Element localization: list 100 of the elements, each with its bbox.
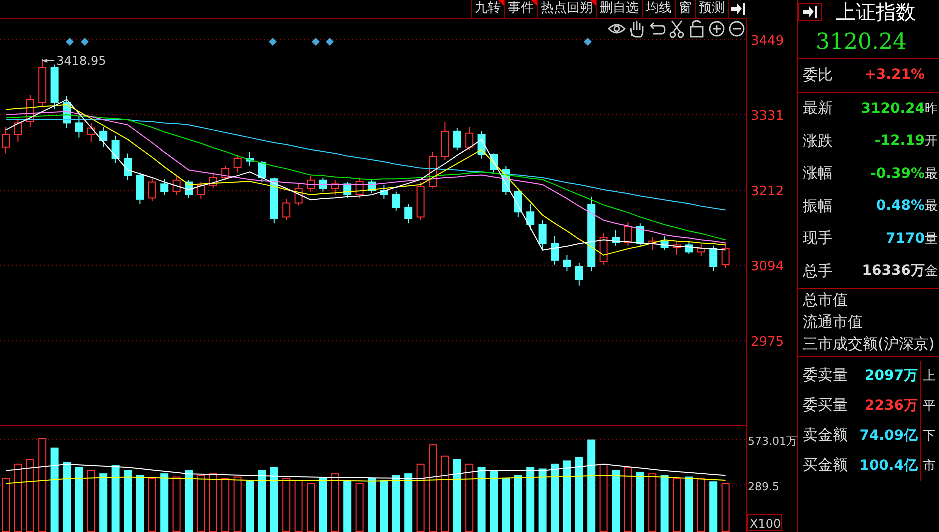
stat-label: 涨幅: [802, 164, 834, 184]
collapse-arrow-icon: [731, 3, 745, 15]
volume-bar: [514, 475, 522, 532]
candle: [660, 236, 669, 251]
stat-label: 最新: [802, 99, 834, 118]
zoom-in-icon[interactable]: [709, 21, 725, 37]
toolbar-button[interactable]: 热点回朔: [537, 0, 596, 18]
volume-axis-label: 289.5: [748, 480, 780, 494]
candle: [563, 254, 572, 272]
stat-label: 市: [922, 458, 935, 474]
candle: [100, 126, 108, 148]
stat-value: 16336万: [861, 262, 925, 280]
volume-bar: [100, 474, 108, 532]
candle: [14, 118, 22, 143]
candle: [648, 237, 657, 251]
toolbar-button[interactable]: 事件: [504, 0, 537, 18]
event-marker-icon[interactable]: [269, 38, 277, 46]
market-label: 总市值: [803, 290, 849, 310]
candle: [234, 154, 242, 174]
volume-bar: [185, 470, 193, 532]
peak-price-label: 3418.95: [56, 54, 106, 68]
index-title: 上证指数: [836, 0, 916, 26]
volume-bar: [660, 475, 669, 532]
candle: [148, 177, 156, 202]
stat-label: 金: [925, 263, 938, 280]
candle: [392, 191, 400, 212]
toolbar-button[interactable]: 删自选: [596, 0, 642, 18]
hand-icon[interactable]: [630, 20, 644, 38]
undo-icon[interactable]: [650, 22, 666, 35]
volume-bar: [344, 480, 352, 532]
candle: [246, 152, 254, 167]
candle: [356, 177, 364, 199]
stat-label: 卖金额: [802, 426, 849, 445]
stat-value: -12.19: [874, 133, 925, 150]
volume-bar: [112, 466, 120, 532]
event-marker-icon[interactable]: [326, 38, 334, 46]
candle: [63, 96, 71, 129]
candle: [50, 64, 59, 110]
event-marker-icon[interactable]: [312, 38, 320, 46]
candle: [538, 220, 547, 250]
collapse-button[interactable]: [728, 0, 747, 18]
stat-value: +3.21%: [864, 67, 925, 84]
candle: [258, 160, 266, 183]
candle: [294, 184, 303, 206]
stat-value: -0.39%: [870, 166, 925, 182]
volume-bar: [270, 467, 278, 532]
candle: [575, 262, 584, 286]
stat-label: 振幅: [802, 196, 834, 216]
stat-label: 开: [925, 133, 938, 150]
stat-label: 量: [925, 230, 938, 248]
candle: [697, 243, 706, 258]
toolbar-button[interactable]: 九转: [471, 0, 504, 18]
candle: [209, 174, 218, 190]
stat-label: 上: [922, 368, 935, 384]
stat-label: 最: [925, 198, 938, 216]
stat-value: 74.09亿: [850, 420, 921, 450]
candle: [404, 204, 413, 224]
scissors-icon[interactable]: [670, 20, 684, 38]
volume-bar: [392, 475, 400, 532]
lock-icon[interactable]: [690, 20, 704, 38]
volume-axis-label: 573.01万: [748, 434, 797, 448]
candle: [441, 121, 450, 161]
candle: [222, 166, 230, 181]
price-axis-label: 3212: [751, 184, 784, 200]
candle: [172, 175, 181, 196]
volume-bar: [490, 470, 498, 532]
candle: [160, 178, 169, 196]
candle: [75, 115, 84, 138]
volume-scale-badge: X100: [748, 514, 782, 532]
market-label: 流通市值: [803, 312, 864, 332]
stat-label: 昨: [925, 100, 938, 118]
candle: [26, 94, 34, 128]
candle: [197, 182, 206, 200]
candle: [673, 242, 681, 256]
event-marker-icon[interactable]: [584, 38, 592, 46]
stat-label: 总手: [802, 262, 834, 281]
volume-bar: [563, 460, 572, 532]
volume-bar: [380, 480, 388, 532]
candle: [136, 172, 144, 206]
stat-value: 0.48%: [875, 198, 925, 214]
candle: [344, 182, 352, 199]
candle: [112, 135, 120, 164]
price-axis-label: 3449: [751, 34, 784, 49]
candle: [551, 236, 559, 266]
volume-bar: [160, 474, 169, 532]
event-marker-icon[interactable]: [66, 38, 74, 46]
stat-label: 委比: [802, 66, 834, 85]
candle: [185, 180, 193, 199]
price-axis-label: 3331: [751, 108, 784, 124]
price-axis-label: 3094: [751, 260, 784, 275]
candle: [636, 223, 644, 246]
stat-value: 3120.24: [860, 100, 925, 117]
volume-bar: [258, 470, 266, 532]
candle: [124, 153, 132, 181]
market-label: 三市成交额(沪深京): [803, 334, 936, 354]
eye-icon[interactable]: [608, 24, 626, 34]
zoom-out-icon[interactable]: [729, 21, 745, 37]
stat-value: 2097万: [850, 360, 921, 390]
event-marker-icon[interactable]: [81, 38, 89, 46]
collapse-button[interactable]: [798, 3, 822, 21]
